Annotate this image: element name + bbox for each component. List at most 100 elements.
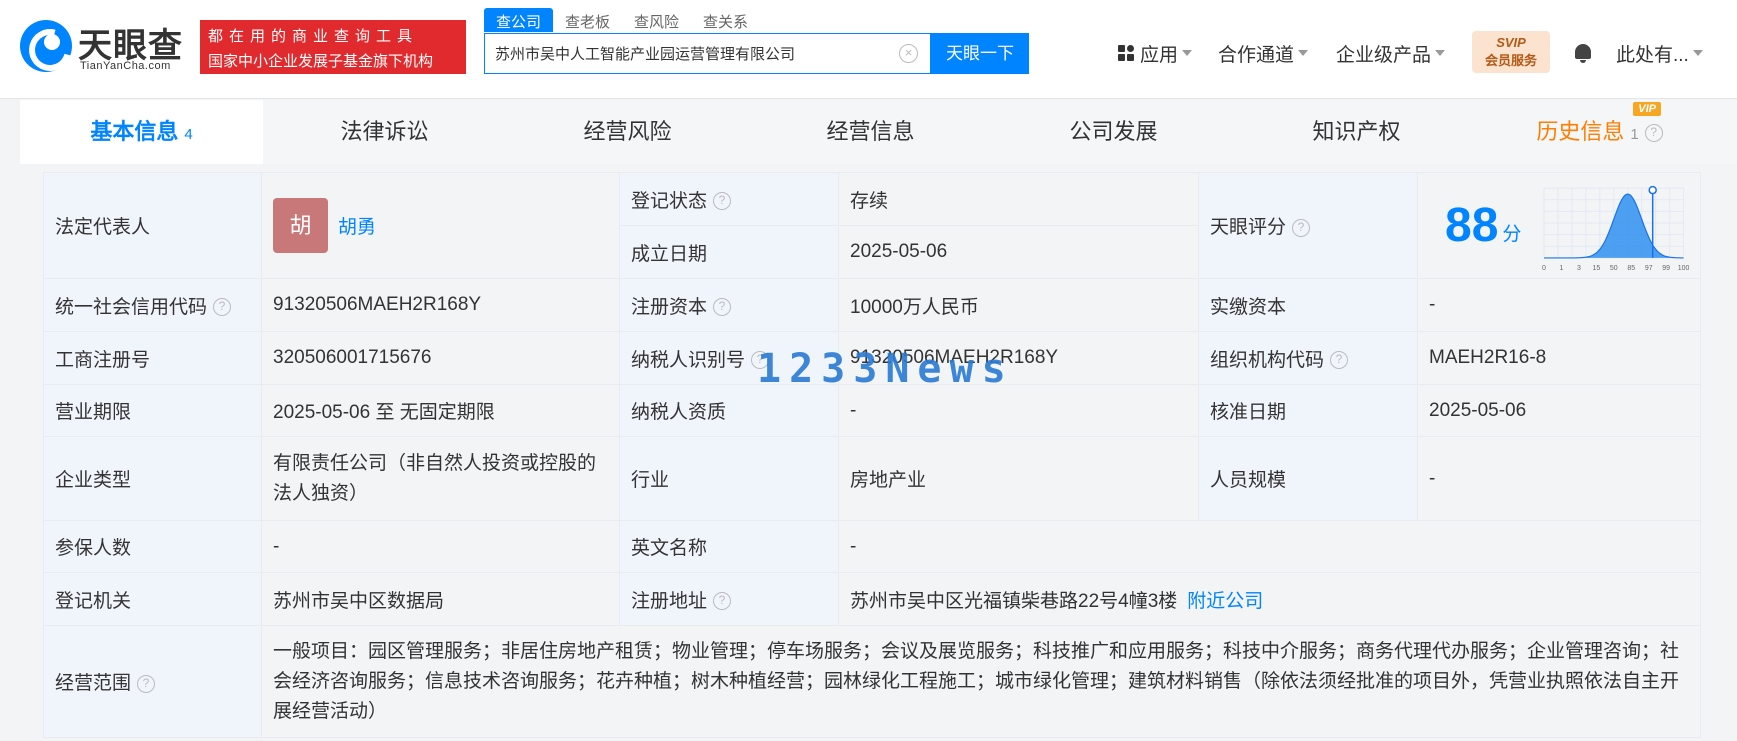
paid-capital-value: - — [1417, 278, 1701, 332]
slogan-line2: 国家中小企业发展子基金旗下机构 — [208, 53, 434, 70]
score-unit: 分 — [1502, 224, 1522, 245]
tab-label: 历史信息 — [1536, 119, 1625, 144]
score-label-cell: 天眼评分? — [1198, 172, 1418, 279]
score-block: 88 分 0 1 3 15 50 85 97 99 100 — [1429, 180, 1689, 272]
score-distribution-chart: 0 1 3 15 50 85 97 99 100 — [1542, 185, 1689, 271]
help-icon[interactable]: ? — [1644, 124, 1663, 143]
org-code-label: 组织机构代码 — [1210, 349, 1325, 371]
taxpayer-qual-label: 纳税人资质 — [619, 384, 839, 437]
term-value: 2025-05-06 至 无固定期限 — [261, 384, 620, 437]
tab-risk[interactable]: 经营风险 — [506, 100, 749, 164]
scope-label-cell: 经营范围? — [43, 625, 262, 738]
tab-development[interactable]: 公司发展 — [992, 100, 1235, 164]
approve-date-label: 核准日期 — [1198, 384, 1418, 437]
score-cell[interactable]: 88 分 0 1 3 15 50 85 97 99 100 — [1417, 172, 1701, 279]
tab-basic-info[interactable]: 基本信息 4 — [20, 100, 263, 164]
basic-info-table: 法定代表人 胡胡勇 登记状态? 存续 天眼评分? 88 分 0 1 3 15 50 85 9… — [43, 172, 1701, 738]
search-button[interactable]: 天眼一下 — [931, 33, 1029, 74]
help-icon[interactable]: ? — [213, 298, 232, 317]
credit-code-label-cell: 统一社会信用代码? — [43, 278, 262, 332]
reg-capital-label-cell: 注册资本? — [619, 278, 839, 332]
org-code-value: MAEH2R16-8 — [1417, 331, 1701, 385]
address-value: 苏州市吴中区光福镇柴巷路22号4幢3楼 — [850, 590, 1178, 612]
taxpayer-id-label: 纳税人识别号 — [631, 349, 746, 371]
chevron-down-icon — [1182, 50, 1193, 56]
reg-capital-label: 注册资本 — [631, 296, 708, 318]
en-name-value: - — [838, 520, 1701, 573]
slogan-banner[interactable]: 都在用的商业查询工具 国家中小企业发展子基金旗下机构 — [200, 20, 466, 74]
avatar[interactable]: 胡 — [273, 198, 328, 253]
score-tick-label: 0 — [1542, 264, 1546, 271]
score-tick-label: 3 — [1577, 264, 1581, 271]
nav-apps-label: 应用 — [1140, 44, 1179, 66]
help-icon[interactable]: ? — [1330, 351, 1349, 370]
nav-user[interactable]: 此处有... — [1616, 38, 1703, 68]
staff-size-label: 人员规模 — [1198, 436, 1418, 521]
en-name-label: 英文名称 — [619, 520, 839, 573]
help-icon[interactable]: ? — [1292, 218, 1311, 237]
score-tick-label: 99 — [1663, 264, 1671, 271]
logo-domain: TianYanCha.com — [80, 60, 171, 72]
biz-reg-no-label: 工商注册号 — [43, 331, 262, 385]
reg-capital-value: 10000万人民币 — [838, 278, 1199, 332]
svip-label: SVIP — [1496, 35, 1526, 50]
tab-label: 经营信息 — [826, 119, 915, 144]
nav-apps[interactable]: 应用 — [1118, 38, 1193, 68]
nav-partner[interactable]: 合作通道 — [1218, 38, 1309, 68]
found-date-value: 2025-05-06 — [838, 225, 1199, 279]
nav-user-label: 此处有... — [1616, 44, 1689, 66]
reg-status-label: 登记状态 — [631, 190, 708, 212]
legal-rep-label: 法定代表人 — [43, 172, 262, 279]
score-value: 88 — [1445, 199, 1499, 252]
search-tab-relation[interactable]: 查关系 — [691, 8, 760, 32]
found-date-label: 成立日期 — [619, 225, 839, 279]
search-input[interactable] — [485, 34, 885, 73]
search-tab-boss[interactable]: 查老板 — [553, 8, 622, 32]
top-header: 天眼查 TianYanCha.com 都在用的商业查询工具 国家中小企业发展子基… — [0, 0, 1737, 99]
credit-code-value: 91320506MAEH2R168Y — [261, 278, 620, 332]
legal-rep-name[interactable]: 胡勇 — [338, 217, 376, 238]
clear-icon[interactable]: × — [899, 44, 918, 63]
tab-history[interactable]: 历史信息 1? VIP — [1478, 100, 1721, 164]
address-cell: 苏州市吴中区光福镇柴巷路22号4幢3楼 附近公司 — [838, 572, 1701, 626]
help-icon[interactable]: ? — [713, 298, 732, 317]
tab-ip[interactable]: 知识产权 — [1235, 100, 1478, 164]
biz-reg-no-value: 320506001715676 — [261, 331, 620, 385]
bell-icon[interactable] — [1574, 44, 1592, 63]
tianyancha-logo[interactable]: 天眼查 TianYanCha.com — [20, 18, 190, 74]
tab-count: 1 — [1630, 126, 1639, 143]
help-icon[interactable]: ? — [713, 192, 732, 211]
insured-value: - — [261, 520, 620, 573]
address-label: 注册地址 — [631, 590, 708, 612]
help-icon[interactable]: ? — [713, 592, 732, 611]
nav-enterprise-label: 企业级产品 — [1336, 44, 1432, 66]
svip-button[interactable]: SVIP 会员服务 — [1472, 31, 1550, 73]
score-tick-label: 1 — [1560, 264, 1564, 271]
help-icon[interactable]: ? — [137, 674, 156, 693]
search-tab-risk[interactable]: 查风险 — [622, 8, 691, 32]
score-tick-label: 100 — [1678, 264, 1689, 271]
vip-badge: VIP — [1633, 102, 1661, 116]
credit-code-label: 统一社会信用代码 — [55, 296, 208, 318]
tab-label: 法律诉讼 — [340, 119, 429, 144]
nav-partner-label: 合作通道 — [1218, 44, 1295, 66]
insured-label: 参保人数 — [43, 520, 262, 573]
score-tick-label: 15 — [1593, 264, 1601, 271]
address-label-cell: 注册地址? — [619, 572, 839, 626]
company-type-value: 有限责任公司（非自然人投资或控股的法人独资） — [261, 436, 620, 521]
chevron-down-icon — [1298, 50, 1309, 56]
apps-grid-icon — [1118, 45, 1134, 61]
search-type-tabs: 查公司 查老板 查风险 查关系 — [484, 8, 760, 32]
legal-rep-cell: 胡胡勇 — [261, 172, 620, 279]
score-tick-label: 50 — [1610, 264, 1618, 271]
tab-legal[interactable]: 法律诉讼 — [263, 100, 506, 164]
tab-operation[interactable]: 经营信息 — [749, 100, 992, 164]
reg-status-label-cell: 登记状态? — [619, 172, 839, 226]
nav-enterprise[interactable]: 企业级产品 — [1336, 38, 1446, 68]
nearby-companies-link[interactable]: 附近公司 — [1187, 591, 1263, 612]
search-tab-company[interactable]: 查公司 — [484, 8, 554, 32]
tab-label: 知识产权 — [1312, 119, 1401, 144]
authority-label: 登记机关 — [43, 572, 262, 626]
term-label: 营业期限 — [43, 384, 262, 437]
tab-label: 公司发展 — [1069, 119, 1158, 144]
